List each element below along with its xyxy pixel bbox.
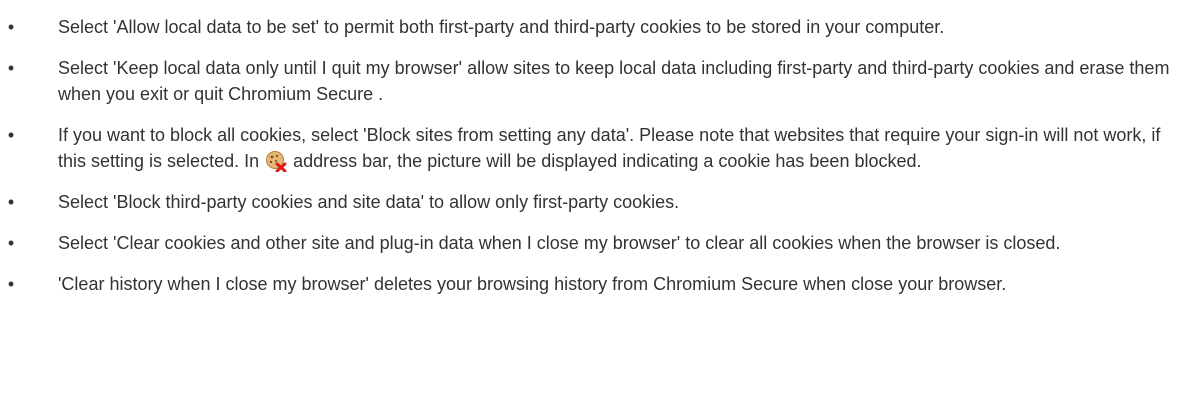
list-item-text: Select 'Allow local data to be set' to p… (58, 17, 945, 37)
list-item-allow-local-data: • Select 'Allow local data to be set' to… (0, 14, 1199, 40)
list-item-text: Select 'Block third-party cookies and si… (58, 192, 680, 212)
bullet-icon: • (7, 274, 15, 294)
list-item-text: Select 'Keep local data only until I qui… (58, 58, 1170, 104)
cookie-settings-list: • Select 'Allow local data to be set' to… (0, 14, 1199, 297)
list-item-block-third-party: • Select 'Block third-party cookies and … (0, 189, 1199, 215)
bullet-icon: • (7, 233, 15, 253)
bullet-icon: • (7, 192, 15, 212)
list-item-text: Select 'Clear cookies and other site and… (58, 233, 1061, 253)
bullet-icon: • (7, 58, 15, 78)
blocked-cookie-icon (265, 150, 287, 173)
list-item-keep-until-quit: • Select 'Keep local data only until I q… (0, 55, 1199, 107)
list-item-block-all-cookies: • If you want to block all cookies, sele… (0, 122, 1199, 174)
bullet-icon: • (7, 125, 15, 145)
list-item-clear-cookies-on-close: • Select 'Clear cookies and other site a… (0, 230, 1199, 256)
list-item-clear-history-on-close: • 'Clear history when I close my browser… (0, 271, 1199, 297)
list-item-text-after-icon: address bar, the picture will be display… (288, 151, 922, 171)
list-item-text: 'Clear history when I close my browser' … (58, 274, 1007, 294)
bullet-icon: • (7, 17, 15, 37)
